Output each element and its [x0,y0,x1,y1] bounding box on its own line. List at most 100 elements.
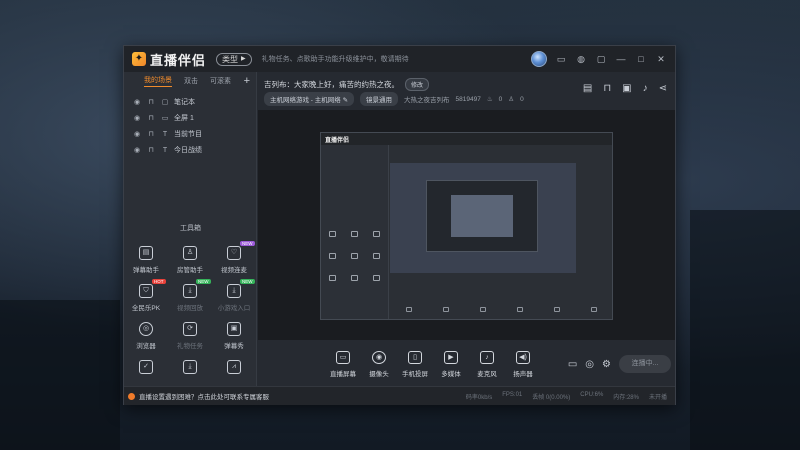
source-button[interactable]: ▯ 手机投屏 [397,350,433,378]
user-icon: ♙ [508,96,515,103]
lock-icon[interactable]: ⊓ [146,130,156,138]
eye-icon[interactable]: ◉ [132,98,142,106]
mini-phone-icon [479,306,486,312]
tool-item[interactable]: ⛉ HOT 全民乐PK [124,279,168,312]
lock-icon[interactable]: ⊓ [146,98,156,106]
desk-silhouette [0,300,120,450]
app-title: 直播伴侣 [150,52,207,68]
screen-capture-icon: ▭ [336,350,350,364]
tab-scroll[interactable]: 可滚素 [210,76,231,86]
tool-item[interactable]: ▣ 弹幕秀 [212,322,256,350]
mini-screen-icon [405,306,412,312]
tool-item[interactable]: ✓ [124,360,168,374]
support-link[interactable]: 直播设置遇到困难？点击此处可联系专属客服 [139,391,269,401]
tool-item[interactable]: ◎ 浏览器 [124,322,168,350]
visibility-icon[interactable]: ◎ [585,359,594,370]
version-label: 类型 [222,54,239,64]
mini-media-icon [516,306,523,312]
scene-item[interactable]: ◉ ⊓ ▭ 全屏 1 [124,110,256,126]
source-toolbar: ▭ 直播屏幕 ◉ 摄像头 ▯ 手机投屏 ▶ 多媒体 ♪ 麦克风 ◀) 扬声器 ▭ ◎ ⚙ 连播中... [257,340,677,388]
stream-info-bar: 吉列布：大家晚上好，痛苦的约热之夜。 修改 主机网络游戏 - 主机网络 ✎ 镜景… [257,72,677,108]
tool-item[interactable]: ♙ 房管助手 [168,246,212,274]
start-live-button[interactable]: 连播中... [619,355,671,373]
minimize-icon[interactable]: — [615,53,627,65]
source-button[interactable]: ◀) 扬声器 [505,350,541,378]
list-icon[interactable]: ▤ [583,83,592,94]
stat-memory: 内存:28% [613,394,639,401]
record-icon[interactable]: ▭ [568,359,577,370]
tool-item[interactable]: ⩘ [212,360,256,374]
mini-tool-icon [373,275,380,281]
source-buttons: ▭ 直播屏幕 ◉ 摄像头 ▯ 手机投屏 ▶ 多媒体 ♪ 麦克风 ◀) 扬声器 [325,350,541,378]
tool-label: 弹幕秀 [224,343,244,350]
stat-live-state: 未开播 [648,394,667,401]
lock-icon[interactable]: ⊓ [146,146,156,154]
eye-icon[interactable]: ◉ [132,146,142,154]
flame-icon: ♨ [486,96,493,103]
tab-my-scenes[interactable]: 我的场景 [144,75,172,87]
maximize-icon[interactable]: □ [635,53,647,65]
status-stats: 码率0kb/s FPS:01 丢帧 0(0.00%) CPU:6% 内存:28%… [466,392,667,401]
category-chip[interactable]: 主机网络游戏 - 主机网络 ✎ [264,92,355,106]
source-button[interactable]: ▭ 直播屏幕 [325,350,361,378]
media-play-icon: ▶ [444,350,458,364]
scene-type-icon: T [162,146,168,154]
source-button[interactable]: ◉ 摄像头 [361,350,397,378]
tool-item[interactable]: ▤ 弹幕助手 [124,246,168,274]
tool-badge: NEW [240,279,255,284]
source-label: 直播屏幕 [330,370,356,378]
scene-item[interactable]: ◉ ⊓ T 当前节目 [124,126,256,142]
stream-title: 吉列布：大家晚上好，痛苦的约热之夜。 [264,80,399,89]
gear-icon[interactable]: ⚙ [602,359,611,370]
mini-logo: 直播伴侣 [325,137,350,144]
mini-tool-icon [373,253,380,259]
close-icon[interactable]: ✕ [655,53,667,65]
tab-double[interactable]: 双击 [184,76,198,86]
message-icon[interactable]: ▭ [555,53,567,65]
screenshot-icon[interactable]: ▣ [622,83,631,94]
mini-mic-icon [553,306,560,312]
scene-mode-chip[interactable]: 镜景通用 [360,92,399,106]
mini-tool-icon [351,253,358,259]
tool-item[interactable]: ⤓ [168,360,212,374]
browser-icon: ◎ [139,322,153,336]
tool-item[interactable]: ⤓ NEW 视频回放 [168,279,212,312]
scene-label: 笔记本 [174,99,195,106]
mini-left-panel [321,145,389,319]
likes-count: 0 [498,95,503,103]
source-label: 麦克风 [477,370,497,378]
stream-preview[interactable]: 直播伴侣 [258,110,675,340]
avatar[interactable] [531,51,547,67]
bell-icon[interactable]: ♪ [643,83,648,94]
version-button[interactable]: 类型 ▶ [216,52,252,66]
eye-icon[interactable]: ◉ [132,130,142,138]
source-button[interactable]: ♪ 麦克风 [469,350,505,378]
mini-stage-deep [451,195,513,237]
mini-tool-icon [329,231,336,237]
notice-text: 礼物任务、点歌助手功能升级维护中，敬请期待 [261,56,409,63]
lock-icon[interactable]: ⊓ [603,83,611,94]
tool-item[interactable]: ⤓ NEW 小游戏入口 [212,279,256,312]
share-icon[interactable]: ⋖ [659,83,667,94]
gift-task-icon: ⟳ [183,322,197,336]
source-label: 手机投屏 [402,370,428,378]
edit-title-button[interactable]: 修改 [405,78,430,91]
mini-speaker-icon [590,306,597,312]
camera-icon: ◉ [372,350,386,364]
tool-item[interactable]: ⟳ 礼物任务 [168,322,212,350]
source-button[interactable]: ▶ 多媒体 [433,350,469,378]
viewers-count: 0 [520,95,524,103]
lock-icon[interactable]: ⊓ [146,114,156,122]
settings-window-icon[interactable]: ▢ [595,53,607,65]
eye-icon[interactable]: ◉ [132,114,142,122]
scene-item[interactable]: ◉ ⊓ ▢ 笔记本 [124,94,256,110]
mini-game-icon: ⤓ [227,284,241,298]
mini-titlebar: 直播伴侣 [321,133,612,145]
feedback-icon[interactable]: ◍ [575,53,587,65]
scene-type-icon: ▢ [161,99,169,106]
tool-badge: HOT [152,279,166,284]
scene-item[interactable]: ◉ ⊓ T 今日战绩 [124,142,256,158]
stream-extra: 大热之夜吉列布 [404,97,450,104]
add-scene-button[interactable]: + [244,75,250,87]
tool-item[interactable]: ♡ NEW 视频连麦 [212,241,256,274]
